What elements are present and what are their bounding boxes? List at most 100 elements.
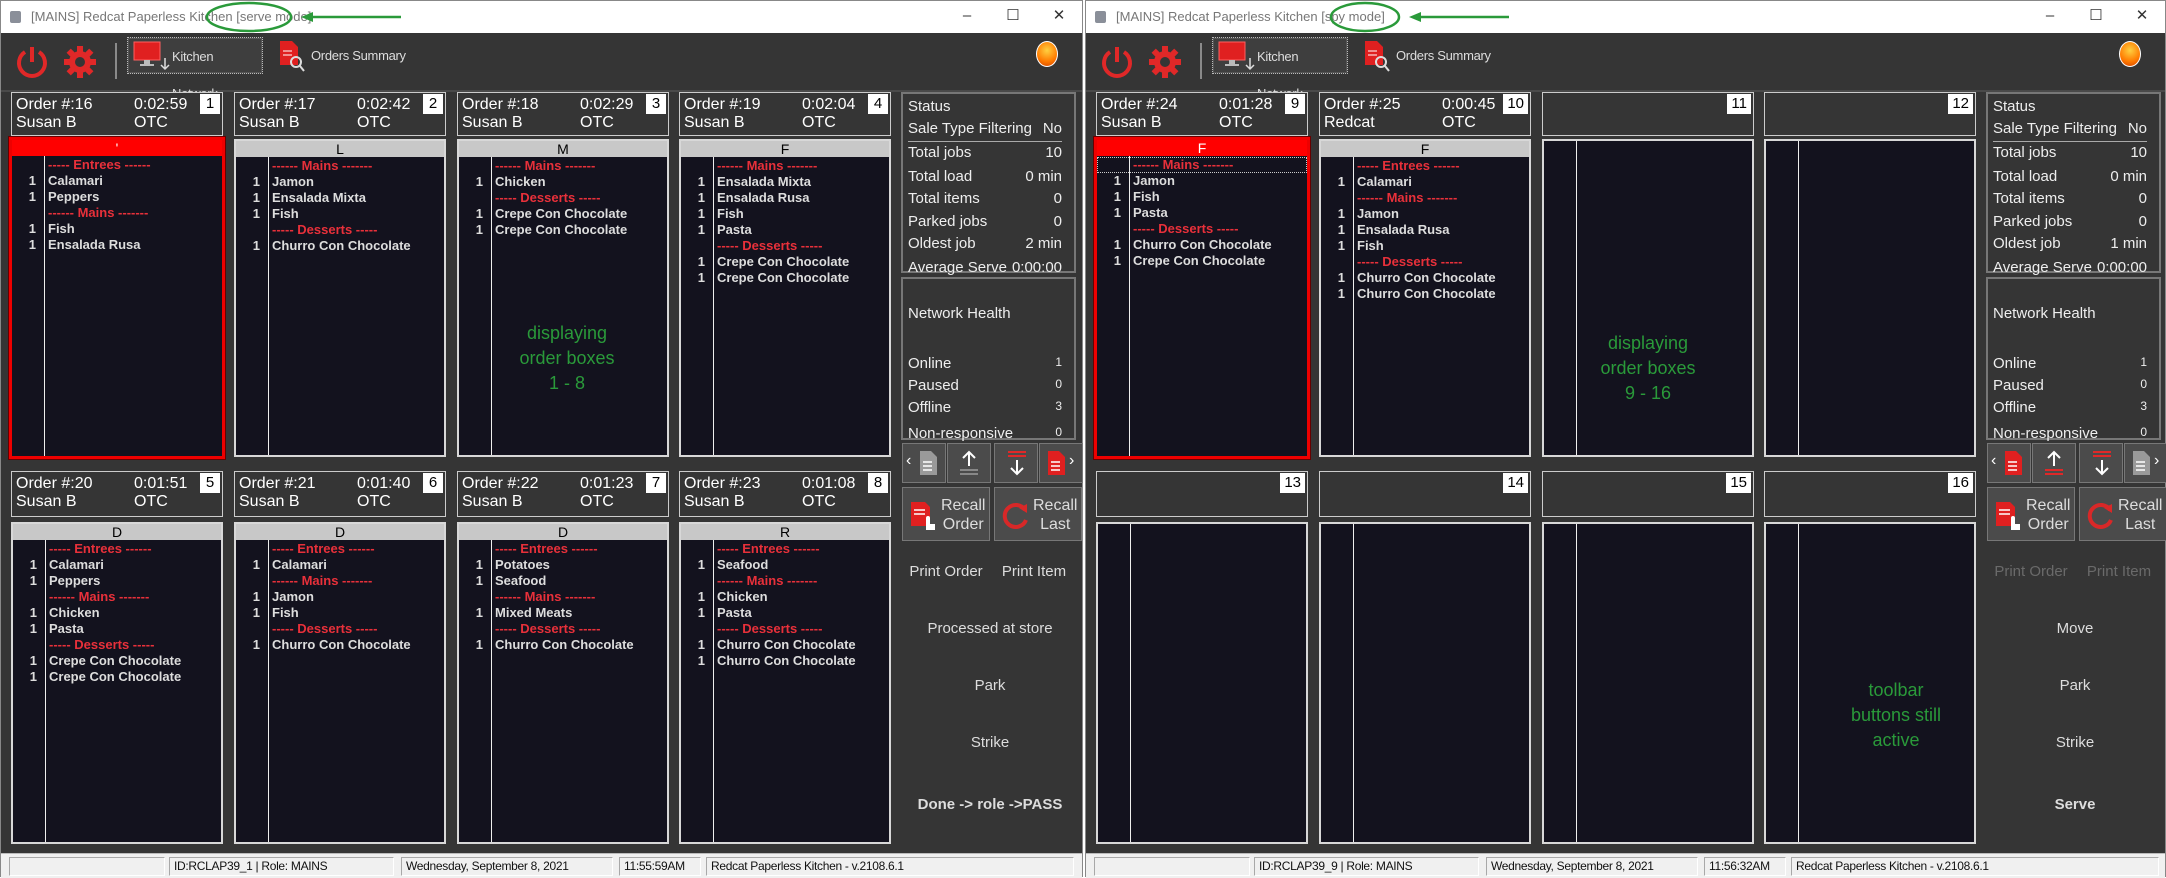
order-item[interactable]: 1 Mixed Meats [459,605,667,621]
order-item[interactable]: 1 Fish [1097,189,1307,205]
order-item[interactable]: 1 Crepe Con Chocolate [13,669,221,685]
strike-button[interactable]: Strike [903,734,1077,751]
order-items-box[interactable] [1542,522,1754,844]
order-items-box[interactable]: R ----- Entrees ------ 1 Seafood ------ Main… [679,522,891,844]
course-heading[interactable]: ------ Mains ------- [1321,190,1529,206]
course-heading[interactable]: ------ Mains ------- [12,205,222,221]
move-up-button[interactable] [947,443,991,483]
park-button[interactable]: Park [1988,677,2162,694]
order-item[interactable]: 1 Jamon [1097,173,1307,189]
order-item[interactable]: 1 Churro Con Chocolate [236,637,444,653]
order-header[interactable]: Order #:19 0:02:04 Susan B OTC 4 [679,92,891,136]
course-heading[interactable]: ------ Mains ------- [459,158,667,174]
course-heading[interactable]: ------ Mains ------- [681,158,889,174]
order-item[interactable]: 1 Fish [681,206,889,222]
minimize-button[interactable]: – [944,1,990,33]
move-button[interactable]: Move [1988,620,2162,637]
order-items-box[interactable] [1096,522,1308,844]
park-button[interactable]: Park [903,677,1077,694]
order-header[interactable]: Order #:16 0:02:59 Susan B OTC 1 [11,92,223,136]
previous-order-button[interactable]: ‹ [1987,443,2031,483]
order-item[interactable]: 1 Pasta [13,621,221,637]
processed-at-store-button[interactable]: Processed at store [903,620,1077,637]
course-heading[interactable]: ------ Mains ------- [13,589,221,605]
course-heading[interactable]: ----- Entrees ------ [13,541,221,557]
order-item[interactable]: 1 Jamon [236,589,444,605]
order-item[interactable]: 1 Fish [12,221,222,237]
order-item[interactable]: 1 Crepe Con Chocolate [1097,253,1307,269]
order-items-box[interactable]: L ------ Mains ------- 1 Jamon 1 Ensalada Mix… [234,139,446,457]
order-header[interactable]: 11 [1542,92,1754,136]
order-item[interactable]: 1 Calamari [12,173,222,189]
order-header[interactable]: Order #:21 0:01:40 Susan B OTC 6 [234,471,446,517]
order-item[interactable]: 1 Calamari [236,557,444,573]
order-item[interactable]: 1 Pasta [681,605,889,621]
maximize-button[interactable]: ☐ [990,1,1036,33]
course-heading[interactable]: ----- Entrees ------ [681,541,889,557]
previous-order-button[interactable]: ‹ [902,443,946,483]
course-heading[interactable]: ------ Mains ------- [1097,157,1307,173]
course-heading[interactable]: ----- Desserts ----- [1097,221,1307,237]
order-item[interactable]: 1 Crepe Con Chocolate [681,254,889,270]
course-heading[interactable]: ----- Entrees ------ [12,157,222,173]
order-item[interactable]: 1 Chicken [13,605,221,621]
order-item[interactable]: 1 Ensalada Mixta [681,174,889,190]
order-item[interactable]: 1 Ensalada Mixta [236,190,444,206]
orders-summary-button[interactable]: Orders Summary [1360,37,1500,74]
recall-last-button[interactable]: Recall Last [994,487,1082,541]
maximize-button[interactable]: ☐ [2073,1,2119,33]
order-item[interactable]: 1 Chicken [459,174,667,190]
order-items-box[interactable]: D ----- Entrees ------ 1 Potatoes 1 Seafood --… [457,522,669,844]
order-item[interactable]: 1 Ensalada Rusa [1321,222,1529,238]
order-item[interactable]: 1 Ensalada Rusa [12,237,222,253]
course-heading[interactable]: ----- Desserts ----- [459,621,667,637]
course-heading[interactable]: ----- Entrees ------ [459,541,667,557]
order-header[interactable]: 15 [1542,471,1754,517]
order-item[interactable]: 1 Crepe Con Chocolate [13,653,221,669]
order-item[interactable]: 1 Jamon [236,174,444,190]
order-item[interactable]: 1 Crepe Con Chocolate [681,270,889,286]
course-heading[interactable]: ----- Desserts ----- [13,637,221,653]
order-item[interactable]: 1 Chicken [681,589,889,605]
move-down-button[interactable] [2079,443,2123,483]
course-heading[interactable]: ----- Desserts ----- [236,222,444,238]
order-items-box[interactable] [1319,522,1531,844]
power-icon[interactable] [1098,43,1136,81]
course-heading[interactable]: ------ Mains ------- [236,158,444,174]
course-heading[interactable]: ----- Desserts ----- [681,238,889,254]
order-header[interactable]: Order #:17 0:02:42 Susan B OTC 2 [234,92,446,136]
order-item[interactable]: 1 Fish [236,206,444,222]
order-item[interactable]: 1 Churro Con Chocolate [681,637,889,653]
order-items-box[interactable]: F ------ Mains ------- 1 Ensalada Mixta 1 Ens… [679,139,891,457]
course-heading[interactable]: ----- Desserts ----- [1321,254,1529,270]
order-item[interactable]: 1 Calamari [1321,174,1529,190]
order-header[interactable]: 13 [1096,471,1308,517]
gear-icon[interactable] [61,43,99,81]
order-item[interactable]: 1 Churro Con Chocolate [459,637,667,653]
course-heading[interactable]: ------ Mains ------- [459,589,667,605]
order-item[interactable]: 1 Fish [236,605,444,621]
move-down-button[interactable] [994,443,1038,483]
order-item[interactable]: 1 Potatoes [459,557,667,573]
kitchen-network-button[interactable]: Kitchen Network [1212,37,1348,101]
order-item[interactable]: 1 Churro Con Chocolate [1321,286,1529,302]
order-item[interactable]: 1 Crepe Con Chocolate [459,222,667,238]
order-item[interactable]: 1 Pasta [1097,205,1307,221]
order-header[interactable]: 12 [1764,92,1976,136]
course-heading[interactable]: ----- Entrees ------ [236,541,444,557]
course-heading[interactable]: ----- Entrees ------ [1321,158,1529,174]
order-item[interactable]: 1 Seafood [459,573,667,589]
order-item[interactable]: 1 Seafood [681,557,889,573]
next-order-button[interactable]: › [1039,443,1083,483]
recall-order-button[interactable]: Recall Order [902,487,990,541]
course-heading[interactable]: ----- Desserts ----- [459,190,667,206]
order-item[interactable]: 1 Jamon [1321,206,1529,222]
order-header[interactable]: Order #:23 0:01:08 Susan B OTC 8 [679,471,891,517]
power-icon[interactable] [13,43,51,81]
print-order-button[interactable]: Print Order [903,563,989,580]
order-item[interactable]: 1 Churro Con Chocolate [236,238,444,254]
order-items-box[interactable] [1764,139,1976,457]
course-heading[interactable]: ----- Desserts ----- [236,621,444,637]
order-header[interactable]: 16 [1764,471,1976,517]
order-header[interactable]: Order #:18 0:02:29 Susan B OTC 3 [457,92,669,136]
